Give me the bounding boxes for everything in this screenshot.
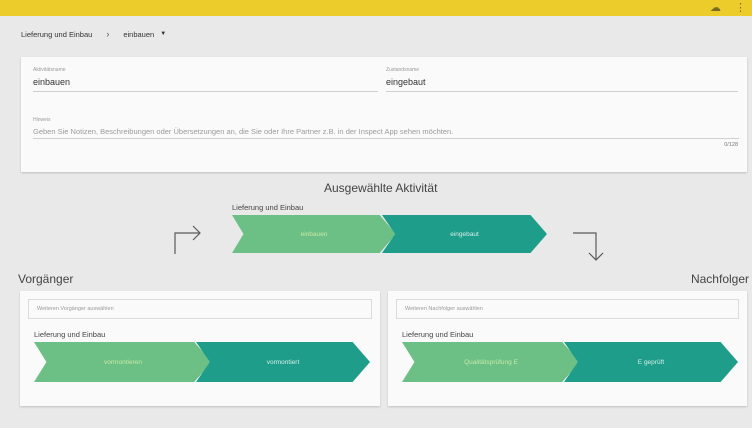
predecessor-state-label: vormontiert — [266, 358, 300, 366]
successor-activity-step[interactable]: Qualitätsprüfung E — [402, 342, 580, 382]
predecessor-chevrons: vormontieren vormontiert — [34, 342, 370, 382]
notes-underline — [33, 138, 739, 139]
successor-activity-label: Qualitätsprüfung E — [464, 358, 518, 366]
predecessor-title: Vorgänger — [18, 272, 74, 286]
activity-name-label: Aktivitätsname — [33, 67, 66, 73]
predecessor-state-step[interactable]: vormontiert — [196, 342, 370, 382]
successor-title: Nachfolger — [690, 272, 749, 286]
state-name-underline — [386, 91, 738, 92]
successor-process-name: Lieferung und Einbau — [402, 330, 474, 339]
activity-details-card: Aktivitätsname einbauen Zustandsname ein… — [21, 57, 747, 172]
successor-card: Weiteren Nachfolger auswählen Lieferung … — [388, 291, 747, 406]
notes-counter: 0/128 — [724, 142, 738, 148]
successor-state-label: E geprüft — [637, 358, 665, 366]
successor-state-step[interactable]: E geprüft — [564, 342, 738, 382]
state-name-field[interactable]: eingebaut — [386, 77, 426, 87]
notes-field[interactable]: Geben Sie Notizen, Beschreibungen oder Ü… — [33, 127, 453, 136]
selected-activity-chevrons: einbauen eingebaut — [232, 215, 547, 253]
state-name-label: Zustandsname — [386, 67, 420, 73]
top-app-bar: ☁ ⋮ — [0, 0, 752, 16]
activity-name-underline — [33, 91, 378, 92]
predecessor-process-name: Lieferung und Einbau — [34, 330, 106, 339]
predecessor-activity-step[interactable]: vormontieren — [34, 342, 212, 382]
successor-select[interactable]: Weiteren Nachfolger auswählen — [396, 299, 739, 319]
selected-activity-step[interactable]: einbauen — [232, 215, 396, 253]
arrow-turn-up-right-icon — [174, 225, 201, 254]
breadcrumb-parent[interactable]: Lieferung und Einbau — [21, 30, 92, 39]
selected-activity-label: einbauen — [300, 230, 328, 238]
selected-state-step[interactable]: eingebaut — [382, 215, 547, 253]
more-vert-icon[interactable]: ⋮ — [735, 1, 746, 14]
predecessor-card: Weiteren Vorgänger auswählen Lieferung u… — [20, 291, 380, 406]
selected-state-label: eingebaut — [450, 230, 479, 238]
selected-activity-title: Ausgewählte Aktivität — [324, 181, 438, 195]
breadcrumb-current[interactable]: einbauen — [123, 30, 154, 39]
dropdown-caret-icon[interactable]: ▼ — [160, 31, 166, 37]
predecessor-activity-label: vormontieren — [104, 358, 142, 366]
activity-name-field[interactable]: einbauen — [33, 77, 70, 87]
predecessor-select[interactable]: Weiteren Vorgänger auswählen — [28, 299, 372, 319]
selected-process-name: Lieferung und Einbau — [232, 203, 304, 212]
successor-chevrons: Qualitätsprüfung E E geprüft — [402, 342, 738, 382]
cloud-icon[interactable]: ☁ — [710, 1, 721, 14]
notes-label: Hinweis — [33, 117, 51, 123]
chevron-right-icon: › — [106, 29, 110, 39]
arrow-turn-right-down-icon — [573, 232, 604, 261]
breadcrumb: Lieferung und Einbau › einbauen ▼ — [21, 27, 166, 41]
